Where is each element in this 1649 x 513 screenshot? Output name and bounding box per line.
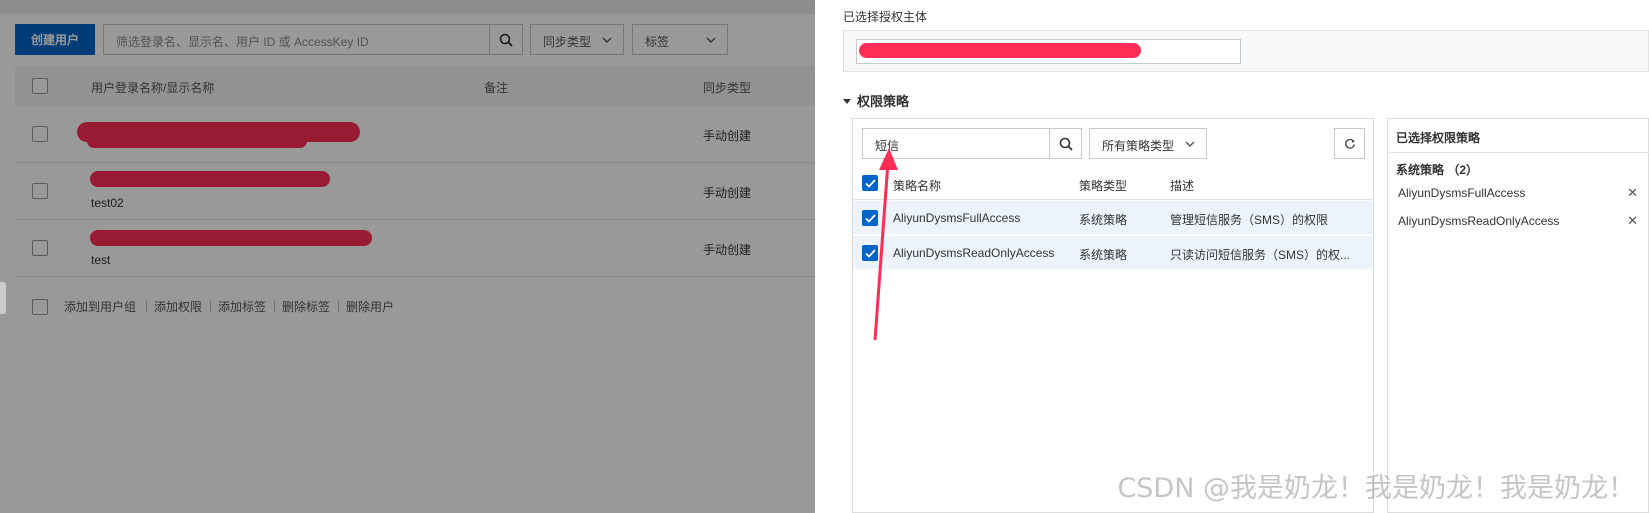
chevron-down-icon [705,34,717,49]
user-search-input[interactable]: 筛选登录名、显示名、用户 ID 或 AccessKey ID [103,24,523,55]
row-checkbox[interactable] [32,240,48,256]
user-display-name: test02 [91,196,124,210]
create-user-button[interactable]: 创建用户 [15,24,95,55]
column-remark: 备注 [484,81,509,95]
watermark: CSDN @我是奶龙！我是奶龙！我是奶龙！ [1117,473,1635,504]
column-description: 描述 [1170,179,1195,193]
selected-principal-box [843,30,1649,72]
table-row[interactable]: test02 手动创建 [15,163,815,220]
table-row[interactable]: test 手动创建 [15,220,815,277]
select-all-checkbox[interactable] [32,78,48,94]
sync-type-filter[interactable]: 同步类型 [530,24,624,55]
selected-policies-title: 已选择权限策略 [1396,131,1481,145]
refresh-icon [1344,138,1355,149]
redaction-scribble [90,230,372,246]
bulk-add-permission[interactable]: 添加权限 [154,298,202,315]
annotation-arrow [873,148,898,341]
sync-type-value: 手动创建 [703,243,752,257]
search-placeholder: 筛选登录名、显示名、用户 ID 或 AccessKey ID [116,35,369,49]
bulk-select-checkbox[interactable] [32,299,48,315]
close-icon[interactable]: ✕ [1627,185,1638,201]
search-icon[interactable] [1049,129,1081,158]
redaction-scribble [87,134,307,148]
chevron-down-icon [601,34,613,49]
row-checkbox[interactable] [32,183,48,199]
divider: | [273,298,277,312]
sync-type-value: 手动创建 [703,129,752,143]
close-icon[interactable]: ✕ [1627,213,1638,229]
divider: | [145,298,149,312]
search-icon[interactable] [489,25,522,54]
user-table-header: 用户登录名称/显示名称 备注 同步类型 [15,66,815,106]
selected-policies-panel: 已选择权限策略 系统策略 （2） AliyunDysmsFullAccess ✕… [1387,118,1649,513]
chevron-down-icon [1184,138,1196,153]
row-checkbox[interactable] [32,126,48,142]
user-display-name: test [91,253,111,267]
collapse-handle[interactable] [0,282,6,314]
policy-description: 管理短信服务（SMS）的权限 [1170,213,1329,227]
policy-type: 系统策略 [1079,248,1128,262]
bulk-add-to-group[interactable]: 添加到用户组 [64,298,136,315]
selected-policy-item: AliyunDysmsFullAccess [1398,186,1526,200]
top-strip [0,0,815,14]
policy-description: 只读访问短信服务（SMS）的权... [1170,248,1351,262]
sync-type-value: 手动创建 [703,186,752,200]
tags-filter[interactable]: 标签 [632,24,728,55]
user-list-page: 创建用户 筛选登录名、显示名、用户 ID 或 AccessKey ID 同步类型… [0,0,815,513]
divider: | [209,298,213,312]
bulk-delete-tag[interactable]: 删除标签 [282,298,330,315]
column-sync-type: 同步类型 [703,81,752,95]
divider: | [337,298,341,312]
policy-type: 系统策略 [1079,213,1128,227]
selected-policies-header: 已选择权限策略 [1388,119,1649,153]
policy-type-select[interactable]: 所有策略类型 [1089,128,1207,159]
bulk-delete-user[interactable]: 删除用户 [346,298,394,315]
bulk-add-tag[interactable]: 添加标签 [218,298,266,315]
selected-group-label: 系统策略 （2） [1396,163,1479,177]
selected-policy-item: AliyunDysmsReadOnlyAccess [1398,214,1560,228]
refresh-button[interactable] [1334,128,1365,159]
redaction-scribble [90,171,330,187]
grant-permission-drawer: 已选择授权主体 权限策略 短信 所有策略类型 策略名称 策略类型 描述 Aliy… [815,0,1649,513]
column-policy-type: 策略类型 [1079,179,1128,193]
table-row[interactable]: 手动创建 [15,106,815,163]
column-username: 用户登录名称/显示名称 [91,81,215,95]
